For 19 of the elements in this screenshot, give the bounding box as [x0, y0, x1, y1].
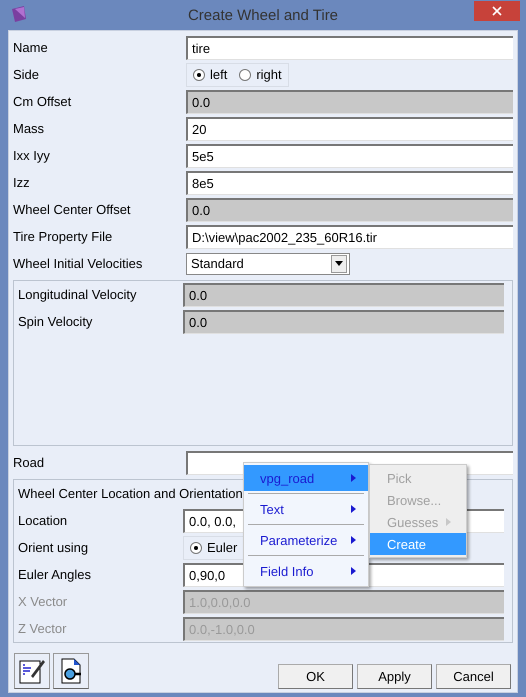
field-label: Ixx Iyy: [13, 148, 51, 163]
field-label: Z Vector: [17, 621, 68, 636]
field-label: Izz: [13, 175, 31, 190]
field-label: Road: [13, 455, 46, 470]
field-label: X Vector: [17, 594, 68, 609]
field-label: Spin Velocity: [17, 314, 94, 329]
field-label: Mass: [13, 121, 46, 136]
field-label: Location: [17, 513, 68, 528]
field-label: Tire Property File: [13, 229, 114, 244]
field-label: Longitudinal Velocity: [17, 287, 138, 302]
group-heading: Wheel Center Location and Orientation: [17, 486, 243, 501]
field-label: Cm Offset: [13, 94, 72, 109]
window-title: Create Wheel and Tire: [188, 6, 338, 24]
field-label: Euler Angles: [17, 567, 92, 582]
field-label: Wheel Initial Velocities: [13, 256, 144, 271]
field-label: Wheel Center Offset: [13, 202, 132, 217]
field-label: Side: [13, 67, 40, 82]
field-label: Name: [13, 40, 49, 55]
field-label: Orient using: [17, 540, 90, 555]
